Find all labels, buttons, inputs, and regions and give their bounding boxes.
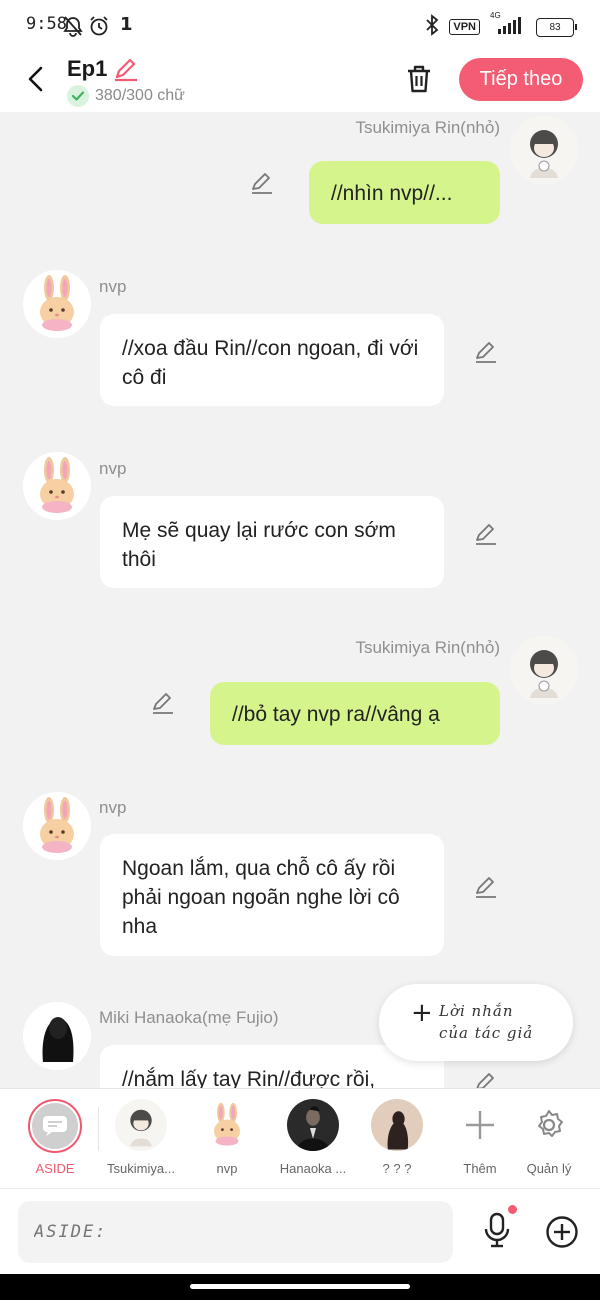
bluetooth-icon xyxy=(425,14,439,40)
add-icon-wrap xyxy=(454,1099,506,1151)
episode-title[interactable]: Ep1 xyxy=(67,56,107,82)
message-speaker: Miki Hanaoka(mẹ Fujio) xyxy=(99,1008,279,1027)
message-speaker: nvp xyxy=(99,798,127,817)
chat-bubble-icon xyxy=(43,1116,67,1136)
author-note-line1: Lời nhắn xyxy=(439,1002,514,1020)
edit-message-button[interactable] xyxy=(249,170,275,196)
message-bubble[interactable]: //xoa đầu Rin//con ngoan, đi với cô đi xyxy=(100,314,444,406)
pencil-icon xyxy=(115,58,137,82)
character-aside[interactable]: ASIDE xyxy=(14,1099,96,1176)
next-button[interactable]: Tiếp theo xyxy=(459,58,583,101)
pencil-icon xyxy=(476,524,496,545)
top-bar: Ep1 380/300 chữ Tiếp theo xyxy=(0,52,600,112)
check-icon xyxy=(67,85,89,107)
character-label: ASIDE xyxy=(35,1161,75,1176)
avatar xyxy=(287,1099,339,1151)
back-button[interactable] xyxy=(22,64,52,94)
character-label: Tsukimiya... xyxy=(107,1161,175,1176)
bell-off-icon xyxy=(62,15,84,41)
author-note-line2: của tác giả xyxy=(439,1024,534,1042)
message-bubble[interactable]: Ngoan lắm, qua chỗ cô ấy rồi phải ngoan … xyxy=(100,834,444,956)
back-arrow-icon xyxy=(28,66,43,92)
divider xyxy=(98,1107,99,1151)
alarm-icon xyxy=(88,15,110,41)
message-speaker: Tsukimiya Rin(nhỏ) xyxy=(355,638,500,657)
aside-avatar xyxy=(28,1099,82,1153)
character-hanaoka[interactable]: Hanaoka ... xyxy=(272,1099,354,1176)
signal-icon: 4G xyxy=(490,11,526,39)
pencil-icon xyxy=(476,1073,494,1088)
delete-button[interactable] xyxy=(402,62,436,100)
character-unknown[interactable]: ? ? ? xyxy=(356,1099,438,1176)
avatar-rin[interactable] xyxy=(510,116,578,184)
input-bar xyxy=(0,1188,600,1274)
edit-message-button[interactable] xyxy=(473,874,499,900)
recording-dot xyxy=(508,1205,517,1214)
home-indicator[interactable] xyxy=(190,1284,410,1289)
notification-count: 1 xyxy=(120,14,133,35)
character-bar: ASIDE Tsukimiya... nvp Hanaoka ... ? ? ?… xyxy=(0,1088,600,1188)
signal-label: 4G xyxy=(490,11,501,20)
character-nvp[interactable]: nvp xyxy=(186,1099,268,1176)
avatar-miki[interactable] xyxy=(23,1002,91,1070)
edit-message-button[interactable] xyxy=(473,339,499,365)
status-time: 9:58 xyxy=(26,14,67,34)
trash-icon xyxy=(408,65,430,93)
message-bubble[interactable]: Mẹ sẽ quay lại rước con sớm thôi xyxy=(100,496,444,588)
aside-inner xyxy=(32,1103,78,1149)
character-label: nvp xyxy=(216,1161,238,1176)
character-label: Hanaoka ... xyxy=(279,1161,347,1176)
battery-icon: 83 xyxy=(536,17,577,37)
character-rin[interactable]: Tsukimiya... xyxy=(100,1099,182,1176)
message-speaker: nvp xyxy=(99,459,127,478)
avatar xyxy=(115,1099,167,1151)
pencil-icon xyxy=(476,877,496,898)
avatar xyxy=(201,1099,253,1151)
status-bar: 9:58 1 VPN 4G 83 xyxy=(0,0,600,52)
pencil-icon xyxy=(153,693,173,714)
avatar-nvp[interactable] xyxy=(23,452,91,520)
message-bubble[interactable]: //bỏ tay nvp ra//vâng ạ xyxy=(210,682,500,745)
mic-button[interactable] xyxy=(481,1211,513,1253)
gear-icon xyxy=(538,1110,563,1137)
edit-message-button[interactable] xyxy=(473,521,499,547)
chat-area[interactable]: Tsukimiya Rin(nhỏ) //nhìn nvp//... nvp /… xyxy=(0,112,600,1088)
pencil-icon xyxy=(252,173,272,194)
word-count: 380/300 chữ xyxy=(67,85,185,107)
add-button[interactable] xyxy=(545,1215,579,1253)
plus-circle-icon xyxy=(546,1216,578,1248)
edit-message-button[interactable] xyxy=(150,690,176,716)
avatar xyxy=(371,1099,423,1151)
avatar-nvp[interactable] xyxy=(23,792,91,860)
gear-icon-wrap xyxy=(523,1099,575,1151)
message-speaker: nvp xyxy=(99,277,127,296)
character-label: Quản lý xyxy=(526,1161,572,1176)
system-nav-bar xyxy=(0,1274,600,1300)
character-label: ? ? ? xyxy=(382,1161,412,1176)
avatar-rin[interactable] xyxy=(510,636,578,704)
author-note-label: Lời nhắn của tác giả xyxy=(439,1000,533,1044)
author-note-button[interactable]: + Lời nhắn của tác giả xyxy=(379,984,573,1061)
manage-button[interactable]: Quản lý xyxy=(508,1099,590,1176)
edit-message-button[interactable] xyxy=(473,1070,499,1088)
microphone-icon xyxy=(484,1212,510,1248)
word-count-text: 380/300 chữ xyxy=(95,87,185,104)
message-speaker: Tsukimiya Rin(nhỏ) xyxy=(355,118,500,137)
plus-icon: + xyxy=(411,998,433,1028)
avatar-nvp[interactable] xyxy=(23,270,91,338)
edit-title-button[interactable] xyxy=(112,56,140,88)
message-input[interactable] xyxy=(18,1201,453,1263)
battery-level: 83 xyxy=(549,21,561,33)
message-bubble[interactable]: //nhìn nvp//... xyxy=(309,161,500,224)
plus-icon xyxy=(466,1111,494,1139)
vpn-badge: VPN xyxy=(449,19,480,35)
pencil-icon xyxy=(476,342,496,363)
